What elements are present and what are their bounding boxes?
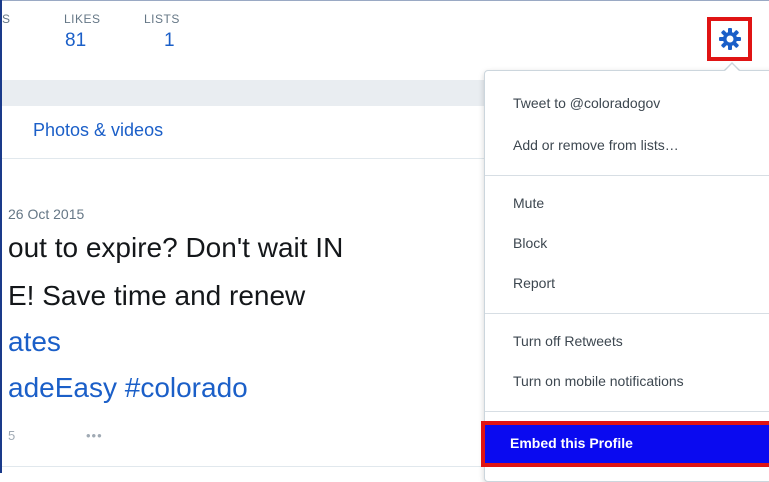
stat-lists-label: LISTS [144,12,180,26]
tweet-hashtags[interactable]: adeEasy #colorado [8,372,248,404]
stat-likes-value: 81 [65,30,87,51]
settings-gear-button[interactable] [707,17,752,61]
tweet-link-line-1[interactable]: ates [8,326,61,358]
tweet-text-line-2: E! Save time and renew [8,280,306,311]
menu-divider [485,313,769,314]
menu-item-mobile-notifications[interactable]: Turn on mobile notifications [513,373,684,389]
menu-item-block[interactable]: Block [513,235,547,251]
tweet-text-line-1: out to expire? Don't wait IN [8,232,344,263]
menu-divider [485,175,769,176]
stat-likes-label: LIKES [64,12,101,26]
menu-item-turn-off-retweets[interactable]: Turn off Retweets [513,333,623,349]
more-options-icon[interactable]: ••• [86,428,103,443]
menu-item-embed-profile[interactable]: Embed this Profile [481,421,769,467]
frame-top-border [0,0,769,1]
tab-photos-videos[interactable]: Photos & videos [33,120,163,141]
menu-caret-inner [725,64,739,71]
profile-actions-menu: Tweet to @coloradogov Add or remove from… [481,70,769,482]
frame-left-border [0,0,2,473]
stat-label-cut: S [2,12,11,26]
menu-item-report[interactable]: Report [513,275,555,291]
gear-icon [718,28,741,50]
menu-divider [485,411,769,412]
stat-likes[interactable]: LIKES 81 [64,12,101,52]
tweet-action-count[interactable]: 5 [8,428,15,443]
tweet-date[interactable]: 26 Oct 2015 [8,206,84,222]
menu-item-add-remove-lists[interactable]: Add or remove from lists… [513,137,679,153]
stat-lists-value: 1 [164,30,175,51]
stat-lists[interactable]: LISTS 1 [144,12,180,52]
menu-item-embed-profile-label: Embed this Profile [510,435,633,451]
menu-item-mute[interactable]: Mute [513,195,544,211]
menu-item-tweet-to[interactable]: Tweet to @coloradogov [513,95,660,111]
